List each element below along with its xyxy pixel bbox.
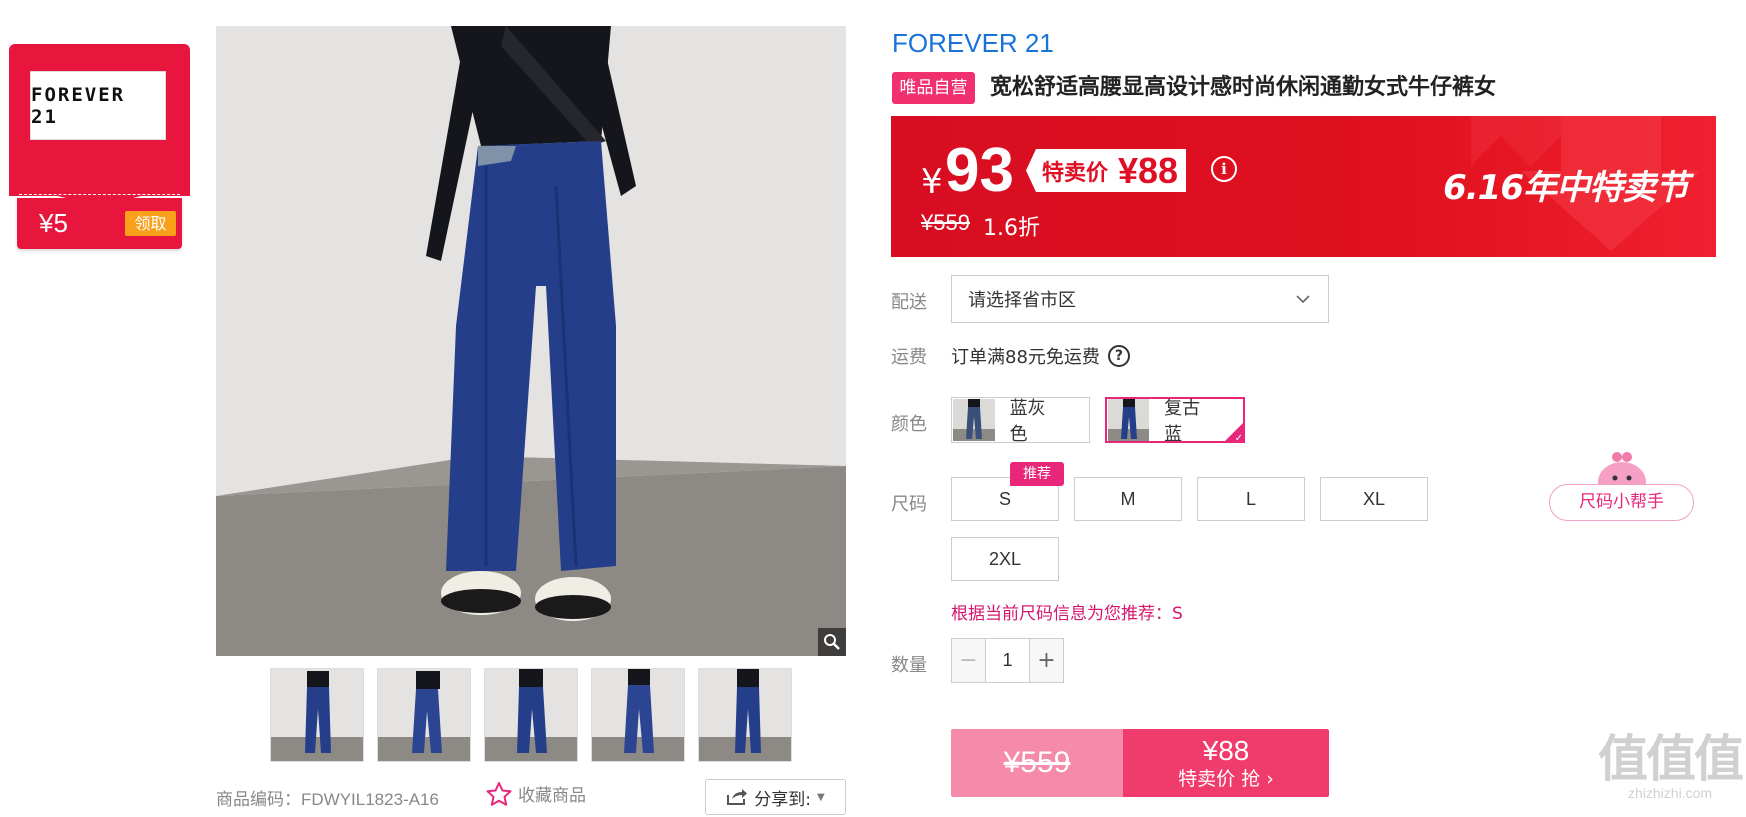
- color-option-selected[interactable]: 复古蓝: [1105, 397, 1245, 445]
- color-option-label: 蓝灰色: [1009, 398, 1046, 445]
- quantity-label: 数量: [891, 655, 927, 676]
- buy-action-label: 特卖价 抢 ›: [1178, 768, 1274, 790]
- buy-price: ¥88: [1202, 735, 1250, 766]
- coupon-amount: ¥5: [39, 208, 68, 238]
- favorite-button[interactable]: 收藏商品: [486, 781, 586, 806]
- size-option-2xl[interactable]: 2XL: [951, 537, 1059, 581]
- original-price: ¥559: [921, 210, 970, 235]
- size-label: 尺码: [891, 494, 927, 515]
- watermark-logo: 值值值: [1598, 730, 1744, 788]
- thumbnail-4[interactable]: [591, 668, 685, 762]
- buy-button[interactable]: ¥559 ¥88 特卖价 抢 ›: [951, 729, 1329, 797]
- self-operated-badge: 唯品自营: [892, 72, 975, 104]
- region-select[interactable]: 请选择省市区: [951, 275, 1329, 323]
- product-main-image[interactable]: [216, 26, 846, 656]
- coupon-claim-button[interactable]: 领取: [125, 211, 176, 236]
- discount-rate: 1.6折: [983, 216, 1040, 241]
- recommend-badge: 推荐: [1010, 462, 1064, 486]
- special-price-tag: 特卖价 ¥88: [1026, 149, 1187, 192]
- buy-now-panel: ¥88 特卖价 抢 ›: [1123, 729, 1329, 797]
- minus-icon[interactable]: −: [952, 639, 986, 682]
- site-watermark: 值值值 zhizhizhi.com: [1595, 733, 1745, 801]
- thumbnail-strip: [270, 668, 792, 762]
- product-title: 宽松舒适高腰显高设计感时尚休闲通勤女式牛仔裤女: [990, 75, 1497, 100]
- price-banner: ¥ 93 特卖价 ¥88 i ¥559 1.6折 6.16年中特卖节: [891, 116, 1716, 257]
- coupon-header: FOREVER 21: [9, 44, 190, 196]
- product-sku: 商品编码：FDWYIL1823-A16: [216, 790, 439, 809]
- size-recommendation: 根据当前尺码信息为您推荐：S: [951, 604, 1183, 624]
- chevron-down-icon: [1296, 294, 1310, 303]
- color-option[interactable]: 蓝灰色: [951, 397, 1090, 445]
- color-swatch: [953, 399, 995, 441]
- thumbnail-1[interactable]: [270, 668, 364, 762]
- size-helper-button[interactable]: 尺码小帮手: [1549, 484, 1694, 521]
- brand-link[interactable]: FOREVER 21: [892, 28, 1054, 59]
- special-price-value: ¥88: [1118, 149, 1179, 191]
- share-button[interactable]: 分享到: ▼: [705, 779, 846, 815]
- current-price: 93: [945, 136, 1014, 205]
- delivery-label: 配送: [891, 292, 927, 313]
- festival-label: 6.16年中特卖节: [1443, 168, 1689, 208]
- info-icon[interactable]: i: [1211, 156, 1237, 182]
- color-label: 颜色: [891, 414, 927, 435]
- special-price-label: 特卖价: [1042, 160, 1109, 186]
- coupon-footer: ¥5 领取: [17, 198, 182, 249]
- zoom-icon[interactable]: [818, 628, 846, 656]
- size-option-xl[interactable]: XL: [1320, 477, 1428, 521]
- size-option-m[interactable]: M: [1074, 477, 1182, 521]
- brand-coupon[interactable]: FOREVER 21 ¥5 领取: [9, 44, 190, 250]
- thumbnail-3[interactable]: [484, 668, 578, 762]
- favorite-label: 收藏商品: [518, 786, 586, 806]
- region-placeholder: 请选择省市区: [968, 290, 1076, 311]
- thumbnail-2[interactable]: [377, 668, 471, 762]
- coupon-divider: [19, 194, 180, 195]
- price-currency: ¥: [921, 162, 943, 202]
- size-option-l[interactable]: L: [1197, 477, 1305, 521]
- shipping-text: 订单满88元免运费: [951, 347, 1100, 368]
- product-photo: [216, 26, 846, 656]
- share-label: 分享到:: [754, 789, 812, 810]
- mascot-icon: [1598, 452, 1646, 488]
- plus-icon[interactable]: +: [1029, 639, 1063, 682]
- brand-logo: FOREVER 21: [30, 71, 166, 140]
- shipping-label: 运费: [891, 347, 927, 368]
- quantity-input[interactable]: 1: [986, 639, 1029, 682]
- buy-original-price: ¥559: [951, 729, 1123, 797]
- color-swatch: [1108, 399, 1150, 441]
- chevron-down-icon: ▼: [817, 791, 825, 803]
- star-icon: [486, 781, 512, 806]
- shipping-info: 订单满88元免运费 ?: [951, 343, 1130, 369]
- thumbnail-5[interactable]: [698, 668, 792, 762]
- quantity-stepper: − 1 +: [951, 638, 1064, 683]
- help-icon[interactable]: ?: [1107, 345, 1130, 367]
- share-icon: [727, 789, 748, 805]
